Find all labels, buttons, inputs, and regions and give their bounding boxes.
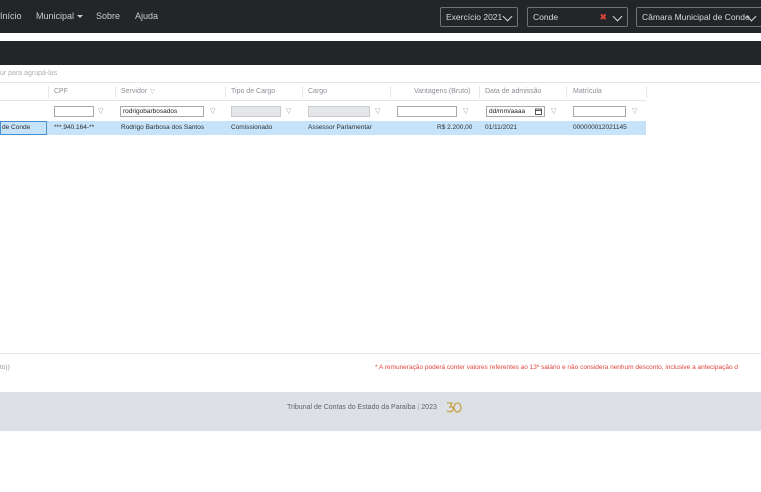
- column-header-servidor[interactable]: Servidor ▽: [121, 88, 155, 95]
- column-header-servidor-label: Servidor: [121, 88, 148, 95]
- chevron-down-icon: [612, 11, 623, 22]
- column-header-tipo-cargo[interactable]: Tipo de Cargo: [231, 88, 275, 95]
- column-separator: [566, 86, 567, 98]
- cell-cpf: ***.940.164-**: [54, 124, 95, 131]
- city-value: Conde: [533, 12, 559, 22]
- date-placeholder: dd/mm/aaaa: [489, 108, 526, 115]
- funnel-icon[interactable]: ▽: [210, 107, 215, 115]
- filter-data-input[interactable]: dd/mm/aaaa: [486, 106, 545, 117]
- clear-icon[interactable]: ✖: [599, 8, 607, 26]
- cell-matricula: 000000012021145: [573, 124, 627, 131]
- cell-servidor: Rodrigo Barbosa dos Santos: [121, 124, 205, 131]
- column-separator: [302, 86, 303, 98]
- tce-50-logo: [446, 402, 462, 413]
- city-select[interactable]: Conde ✖: [527, 7, 628, 27]
- funnel-icon[interactable]: ▽: [551, 107, 556, 115]
- divider: [0, 100, 646, 101]
- funnel-icon[interactable]: ▽: [286, 107, 291, 115]
- filter-cargo-select[interactable]: [308, 106, 370, 117]
- caret-down-icon: [77, 15, 84, 19]
- nav-sobre-link[interactable]: Sobre: [96, 11, 120, 21]
- funnel-icon[interactable]: ▽: [98, 107, 103, 115]
- year-label: Exercício: [446, 12, 481, 22]
- cell-cargo: Assessor Parlamentar: [308, 124, 372, 131]
- funnel-icon[interactable]: ▽: [375, 107, 380, 115]
- cell-orgao[interactable]: de Conde: [0, 121, 47, 135]
- column-header-cargo[interactable]: Cargo: [308, 88, 327, 95]
- divider: [0, 82, 761, 83]
- filter-tipo-cargo-select[interactable]: [231, 106, 281, 117]
- filter-servidor-input[interactable]: rodrigobarbosados: [120, 106, 204, 117]
- nav-municipal-label: Municipal: [36, 11, 75, 21]
- column-header-data-admissao[interactable]: Data de admissão: [485, 88, 541, 95]
- footer-year: 2023: [421, 404, 437, 411]
- calendar-icon[interactable]: [535, 108, 542, 115]
- column-separator: [115, 86, 116, 98]
- column-separator: [390, 86, 391, 98]
- year-value: 2021: [483, 12, 503, 22]
- nav-ajuda-link[interactable]: Ajuda: [135, 11, 158, 21]
- divider: [0, 353, 761, 354]
- filter-matricula-input[interactable]: [573, 106, 626, 117]
- column-separator: [48, 86, 49, 98]
- top-navbar: Início Municipal Sobre Ajuda Exercício 2…: [0, 0, 761, 33]
- org-select[interactable]: Câmara Municipal de Conde: [636, 7, 761, 27]
- funnel-icon[interactable]: ▽: [463, 107, 468, 115]
- filter-cpf-input[interactable]: [54, 106, 94, 117]
- footer: [0, 392, 761, 431]
- column-separator: [646, 86, 647, 98]
- nav-municipal-menu[interactable]: Municipal: [36, 11, 84, 21]
- footer-org: Tribunal de Contas do Estado da Paraíba: [287, 404, 416, 411]
- footer-text: Tribunal de Contas do Estado da Paraíba …: [287, 404, 437, 411]
- column-header-cpf[interactable]: CPF: [54, 88, 68, 95]
- cell-data-admissao: 01/11/2021: [485, 124, 518, 131]
- year-select[interactable]: Exercício 2021: [440, 7, 518, 27]
- note-left-text: to)): [0, 364, 10, 371]
- org-value: Câmara Municipal de Conde: [642, 12, 750, 22]
- sort-icon: ▽: [150, 89, 155, 95]
- column-header-matricula[interactable]: Matrícula: [573, 88, 602, 95]
- cell-tipo-cargo: Comissionado: [231, 124, 273, 131]
- remuneration-note: * A remuneração poderá conter valores re…: [375, 364, 738, 371]
- column-separator: [479, 86, 480, 98]
- column-separator: [225, 86, 226, 98]
- chevron-down-icon: [502, 11, 513, 22]
- page-header-bar: [0, 41, 761, 65]
- group-panel-hint: ur para agrupá-las: [0, 70, 58, 77]
- cell-vantagens: R$ 2.200,00: [437, 124, 473, 131]
- column-header-vantagens[interactable]: Vantagens (Bruto): [414, 88, 470, 95]
- filter-vantagens-input[interactable]: [397, 106, 457, 117]
- funnel-icon[interactable]: ▽: [632, 107, 637, 115]
- nav-home-link[interactable]: Início: [0, 11, 22, 21]
